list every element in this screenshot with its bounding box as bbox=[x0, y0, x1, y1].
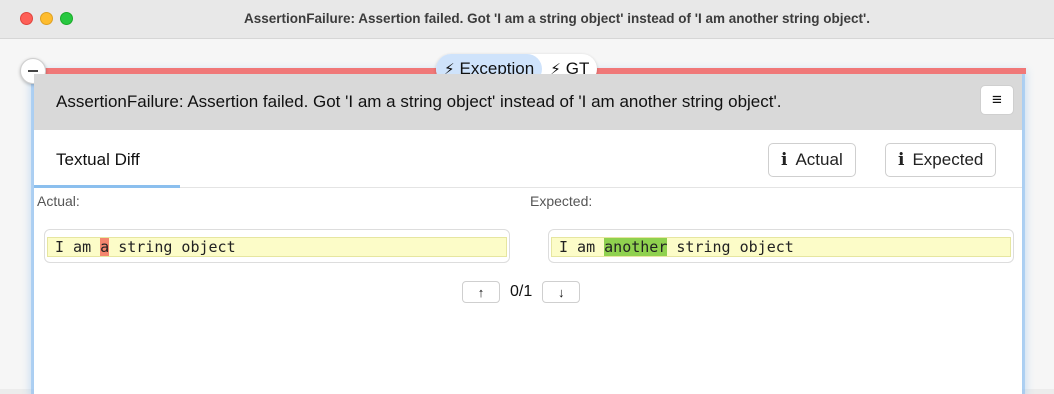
active-tab-indicator bbox=[34, 185, 180, 188]
arrow-up-icon: ↑ bbox=[477, 284, 485, 300]
actual-diff-pane[interactable]: I am a string object bbox=[44, 229, 510, 263]
next-change-button[interactable]: ↓ bbox=[542, 281, 581, 303]
deleted-text: a bbox=[100, 238, 110, 256]
show-expected-button[interactable]: i Expected bbox=[885, 143, 997, 177]
window-title: AssertionFailure: Assertion failed. Got … bbox=[244, 11, 870, 26]
show-actual-button[interactable]: i Actual bbox=[768, 143, 856, 177]
expected-text-before: I am bbox=[559, 238, 605, 256]
tab-textual-diff[interactable]: Textual Diff bbox=[56, 150, 140, 170]
info-icon: i bbox=[781, 150, 788, 170]
actual-text-after: string object bbox=[109, 238, 236, 256]
expected-diff-pane[interactable]: I am another string object bbox=[548, 229, 1014, 263]
expected-diff-line: I am another string object bbox=[551, 237, 1011, 257]
expected-text-after: string object bbox=[667, 238, 794, 256]
exception-header: AssertionFailure: Assertion failed. Got … bbox=[34, 74, 1022, 130]
divider bbox=[34, 187, 1022, 188]
window-content: ⚡ Exception ⚡ GT AssertionFailure: Asser… bbox=[0, 39, 1054, 394]
info-icon: i bbox=[898, 150, 905, 170]
show-actual-label: Actual bbox=[795, 150, 843, 169]
arrow-down-icon: ↓ bbox=[558, 284, 565, 300]
hamburger-icon: ≡ bbox=[992, 90, 1002, 109]
actual-text-before: I am bbox=[55, 238, 101, 256]
title-bar: AssertionFailure: Assertion failed. Got … bbox=[0, 0, 1054, 39]
show-expected-label: Expected bbox=[912, 150, 984, 169]
change-counter: 0/1 bbox=[510, 283, 533, 300]
expected-label: Expected: bbox=[530, 193, 593, 209]
actual-diff-line: I am a string object bbox=[47, 237, 507, 257]
change-navigator: ↑ 0/1 ↓ bbox=[462, 281, 581, 303]
inserted-text: another bbox=[604, 238, 668, 256]
actual-label: Actual: bbox=[37, 193, 80, 209]
previous-change-button[interactable]: ↑ bbox=[462, 281, 500, 303]
menu-button[interactable]: ≡ bbox=[980, 85, 1014, 115]
exception-message: AssertionFailure: Assertion failed. Got … bbox=[56, 92, 782, 111]
